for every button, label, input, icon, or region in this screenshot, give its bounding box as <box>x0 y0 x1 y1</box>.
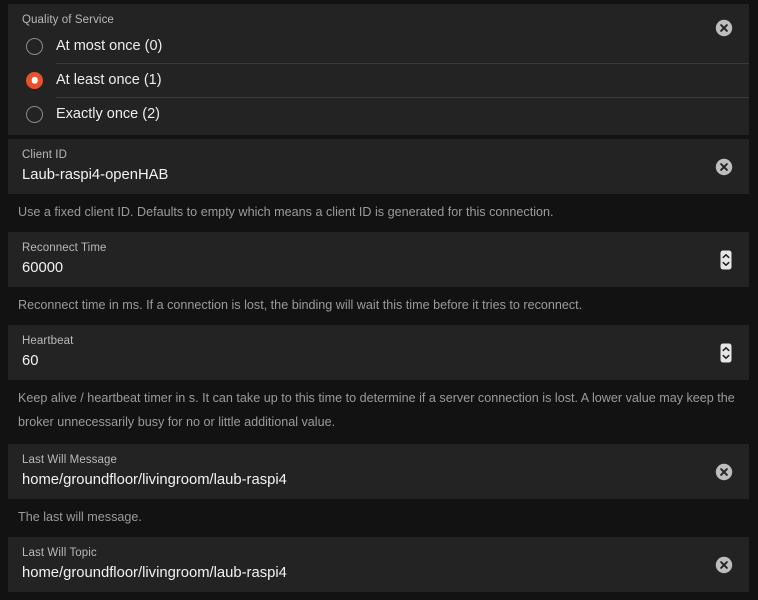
last-will-topic-label: Last Will Topic <box>22 547 97 559</box>
radio-option-label: At most once (0) <box>56 37 163 54</box>
settings-form-page: Quality of Service At most once (0) At l… <box>0 0 758 600</box>
clear-circle-icon[interactable] <box>715 556 733 574</box>
last-will-topic-value[interactable]: home/groundfloor/livingroom/laub-raspi4 <box>22 563 703 583</box>
client-id-label: Client ID <box>22 149 67 161</box>
heartbeat-helper-text: Keep alive / heartbeat timer in s. It ca… <box>0 380 758 444</box>
radio-option-label: Exactly once (2) <box>56 105 160 122</box>
heartbeat-card[interactable]: Heartbeat 60 <box>8 325 749 380</box>
reconnect-time-field[interactable]: Reconnect Time 60000 <box>8 232 749 287</box>
last-will-message-value[interactable]: home/groundfloor/livingroom/laub-raspi4 <box>22 470 703 490</box>
quality-of-service-label: Quality of Service <box>22 14 114 26</box>
radio-icon-unchecked[interactable] <box>26 105 43 123</box>
heartbeat-value[interactable]: 60 <box>22 351 703 371</box>
number-stepper-icon[interactable] <box>720 343 732 363</box>
radio-option-label: At least once (1) <box>56 71 162 88</box>
last-will-message-helper-text: The last will message. <box>0 499 758 537</box>
quality-of-service-card: Quality of Service At most once (0) At l… <box>8 4 749 135</box>
heartbeat-label: Heartbeat <box>22 335 74 347</box>
reconnect-time-card[interactable]: Reconnect Time 60000 <box>8 232 749 287</box>
client-id-helper-text: Use a fixed client ID. Defaults to empty… <box>0 194 758 232</box>
last-will-topic-helper-text: Defaults to empty and therefore disables… <box>0 592 758 600</box>
clear-circle-icon[interactable] <box>715 463 733 481</box>
heartbeat-field[interactable]: Heartbeat 60 <box>8 325 749 380</box>
client-id-field[interactable]: Client ID Laub-raspi4-openHAB <box>8 139 749 194</box>
radio-icon-unchecked[interactable] <box>26 37 43 55</box>
last-will-topic-card[interactable]: Last Will Topic home/groundfloor/livingr… <box>8 537 749 592</box>
last-will-topic-field[interactable]: Last Will Topic home/groundfloor/livingr… <box>8 537 749 592</box>
number-stepper-icon[interactable] <box>720 250 732 270</box>
reconnect-time-label: Reconnect Time <box>22 242 107 254</box>
radio-icon-checked[interactable] <box>26 71 43 89</box>
clear-circle-icon[interactable] <box>715 158 733 176</box>
client-id-value[interactable]: Laub-raspi4-openHAB <box>22 165 703 185</box>
last-will-message-card[interactable]: Last Will Message home/groundfloor/livin… <box>8 444 749 499</box>
reconnect-time-value[interactable]: 60000 <box>22 258 703 278</box>
reconnect-time-helper-text: Reconnect time in ms. If a connection is… <box>0 287 758 325</box>
quality-of-service-header: Quality of Service <box>8 4 749 37</box>
radio-option-at-most-once[interactable]: At most once (0) <box>8 29 749 63</box>
last-will-message-field[interactable]: Last Will Message home/groundfloor/livin… <box>8 444 749 499</box>
quality-of-service-radio-group[interactable]: At most once (0) At least once (1) Exact… <box>8 29 749 135</box>
client-id-card[interactable]: Client ID Laub-raspi4-openHAB <box>8 139 749 194</box>
radio-option-exactly-once[interactable]: Exactly once (2) <box>8 97 749 131</box>
radio-option-at-least-once[interactable]: At least once (1) <box>8 63 749 97</box>
last-will-message-label: Last Will Message <box>22 454 118 466</box>
